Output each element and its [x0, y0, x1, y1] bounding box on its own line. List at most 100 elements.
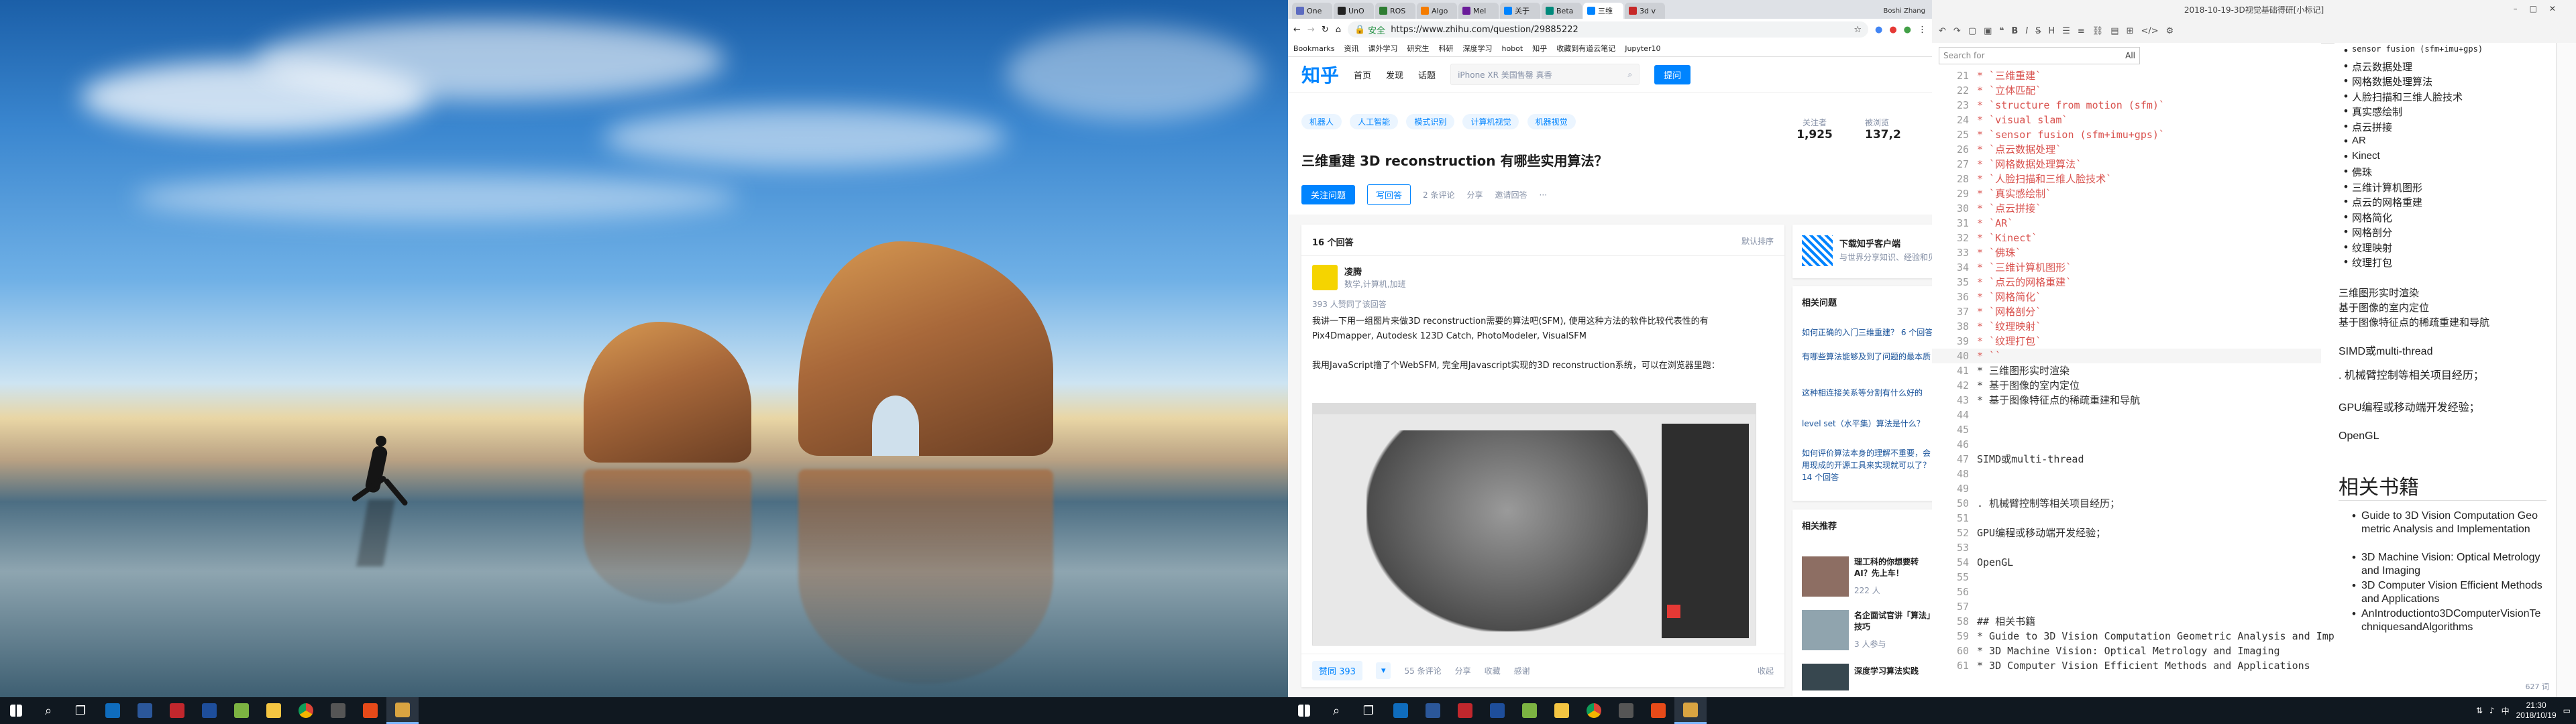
code-line[interactable]: 52 GPU编程或移动端开发经验； [1932, 526, 2321, 540]
home-icon[interactable]: ⌂ [1336, 25, 1341, 35]
topic-tag[interactable]: 模式识别 [1406, 114, 1455, 129]
new-file-icon[interactable]: ▢ [1968, 26, 1976, 36]
recommend-item-title[interactable]: 深度学习算法实践 [1854, 665, 1932, 676]
code-line[interactable]: 58 ## 相关书籍 [1932, 614, 2321, 629]
code-line[interactable]: 28 * `人脸扫描和三维人脸技术` [1932, 172, 2321, 186]
nav-home[interactable]: 首页 [1354, 68, 1371, 81]
code-line[interactable]: 40 * `` [1932, 349, 2321, 363]
comments-link[interactable]: 2 条评论 [1423, 189, 1454, 200]
browser-tab[interactable]: Algo [1417, 3, 1457, 19]
word-icon[interactable] [1481, 697, 1513, 724]
code-line[interactable]: 49 [1932, 481, 2321, 496]
chrome-icon[interactable] [290, 697, 322, 724]
volume-icon[interactable]: ♪ [2489, 706, 2495, 715]
table-icon[interactable]: ⊞ [2127, 26, 2134, 36]
heading-icon[interactable]: H [2048, 26, 2055, 36]
ordered-list-icon[interactable]: ≡ [2078, 26, 2085, 36]
related-question-link[interactable]: 这种相连接关系等分割有什么好的 [1802, 387, 1932, 399]
extension-icon[interactable]: ● [1904, 25, 1911, 35]
code-line[interactable]: 42 * 基于图像的室内定位 [1932, 378, 2321, 393]
ime-icon[interactable]: 中 [2502, 705, 2510, 717]
code-line[interactable]: 35 * `点云的网格重建` [1932, 275, 2321, 290]
follow-question-button[interactable]: 关注问题 [1301, 185, 1356, 204]
clock[interactable]: 21:30 2018/10/19 [2516, 701, 2557, 721]
recommend-item-title[interactable]: 名企面试官讲「算法」技巧 [1854, 610, 1932, 633]
code-line[interactable]: 45 [1932, 422, 2321, 437]
bookmark-item[interactable]: 收藏到有道云笔记 [1556, 43, 1615, 54]
author-name[interactable]: 凌腾 [1344, 265, 1362, 278]
address-bar[interactable]: 🔒 安全 https://www.zhihu.com/question/2988… [1347, 21, 1868, 38]
code-line[interactable]: 37 * `网格剖分` [1932, 304, 2321, 319]
settings-icon[interactable]: ⚙ [2166, 26, 2174, 36]
bookmark-item[interactable]: Jupyter10 [1625, 44, 1660, 53]
more-icon[interactable]: ··· [1540, 190, 1547, 200]
bookmark-item[interactable]: 深度学习 [1462, 43, 1492, 54]
typora-icon[interactable] [1674, 697, 1707, 724]
app-icon[interactable] [1642, 697, 1674, 724]
bookmark-item[interactable]: 资讯 [1344, 43, 1358, 54]
star-icon[interactable]: ☆ [1854, 25, 1862, 35]
ask-button[interactable]: 提问 [1654, 64, 1691, 84]
code-line[interactable]: 50 . 机械臂控制等相关项目经历； [1932, 496, 2321, 511]
code-line[interactable]: 53 [1932, 540, 2321, 555]
back-icon[interactable]: ← [1293, 25, 1301, 35]
code-line[interactable]: 48 [1932, 467, 2321, 481]
topic-tag[interactable]: 计算机视觉 [1462, 114, 1519, 129]
invite-link[interactable]: 邀请回答 [1495, 189, 1527, 200]
extension-icon[interactable]: ● [1889, 25, 1896, 35]
browser-tab[interactable]: Mel [1458, 3, 1499, 19]
app-promo-card[interactable]: 下载知乎客户端 与世界分享知识、经验和见解 [1792, 225, 1932, 278]
code-line[interactable]: 54 OpenGL [1932, 555, 2321, 570]
answer-share-link[interactable]: 分享 [1455, 665, 1471, 676]
browser-tab[interactable]: 关于 [1500, 3, 1540, 19]
menu-icon[interactable]: ⋮ [1918, 25, 1927, 35]
code-line[interactable]: 47 SIMD或multi-thread [1932, 452, 2321, 467]
bookmark-item[interactable]: 科研 [1438, 43, 1453, 54]
code-line[interactable]: 21 * `三维重建` [1932, 68, 2321, 83]
collect-link[interactable]: 收藏 [1485, 665, 1501, 676]
italic-icon[interactable]: I [2025, 26, 2028, 36]
nav-explore[interactable]: 发现 [1386, 68, 1403, 81]
app-icon[interactable] [1610, 697, 1642, 724]
quote-icon[interactable]: ❝ [1999, 26, 2004, 36]
code-line[interactable]: 34 * `三维计算机图形` [1932, 260, 2321, 275]
app-icon[interactable] [354, 697, 386, 724]
bookmark-item[interactable]: 课外学习 [1368, 43, 1397, 54]
related-question-link[interactable]: level set（水平集）算法是什么？ [1802, 418, 1932, 430]
code-line[interactable]: 46 [1932, 437, 2321, 452]
window-controls[interactable]: –□✕ [2514, 4, 2568, 13]
profile-name[interactable]: Boshi Zhang [1884, 7, 1933, 19]
topic-tag[interactable]: 机器视觉 [1527, 114, 1576, 129]
outlook-icon[interactable] [97, 697, 129, 724]
code-line[interactable]: 56 [1932, 585, 2321, 599]
code-line[interactable]: 41 * 三维图形实时渲染 [1932, 363, 2321, 378]
source-editor[interactable]: 21 * `三维重建` 22 * `立体匹配` 23 * `structure from … [1932, 43, 2401, 697]
browser-tab-active[interactable]: 三维 [1583, 3, 1623, 19]
avatar[interactable] [1312, 265, 1338, 290]
recommend-thumbnail[interactable] [1802, 664, 1849, 690]
write-answer-button[interactable]: 写回答 [1367, 184, 1411, 205]
search-icon[interactable]: ⌕ [1627, 70, 1632, 80]
code-line[interactable]: 39 * `纹理打包` [1932, 334, 2321, 349]
nav-topics[interactable]: 话题 [1418, 68, 1436, 81]
code-line[interactable]: 61 * 3D Computer Vision Efficient Methods… [1932, 658, 2321, 673]
link-icon[interactable]: ⛓ [2092, 26, 2104, 36]
extension-icon[interactable]: ● [1875, 25, 1882, 35]
search-icon[interactable]: ⌕ [1320, 697, 1352, 724]
browser-tab[interactable]: ROS [1375, 3, 1415, 19]
app-icon[interactable] [161, 697, 193, 724]
find-input[interactable]: Search for All [1939, 47, 2140, 64]
app-icon[interactable] [322, 697, 354, 724]
code-line[interactable]: 27 * `网格数据处理算法` [1932, 157, 2321, 172]
code-line[interactable]: 44 [1932, 408, 2321, 422]
undo-icon[interactable]: ↶ [1939, 26, 1946, 36]
preview-pane[interactable]: sensor fusion (sfm+imu+gps) • 点云数据处理 • 网格数据处… [2334, 43, 2556, 697]
code-line[interactable]: 60 * 3D Machine Vision: Optical Metrology… [1932, 644, 2321, 658]
recommend-thumbnail[interactable] [1802, 610, 1849, 650]
sort-select[interactable]: 默认排序 [1741, 235, 1774, 247]
notification-icon[interactable]: ▭ [2563, 706, 2571, 715]
code-line[interactable]: 30 * `点云拼接` [1932, 201, 2321, 216]
search-input[interactable]: iPhone XR 美国售罄 真香 ⌕ [1450, 64, 1640, 85]
code-line[interactable]: 33 * `佛珠` [1932, 245, 2321, 260]
share-link[interactable]: 分享 [1466, 189, 1483, 200]
